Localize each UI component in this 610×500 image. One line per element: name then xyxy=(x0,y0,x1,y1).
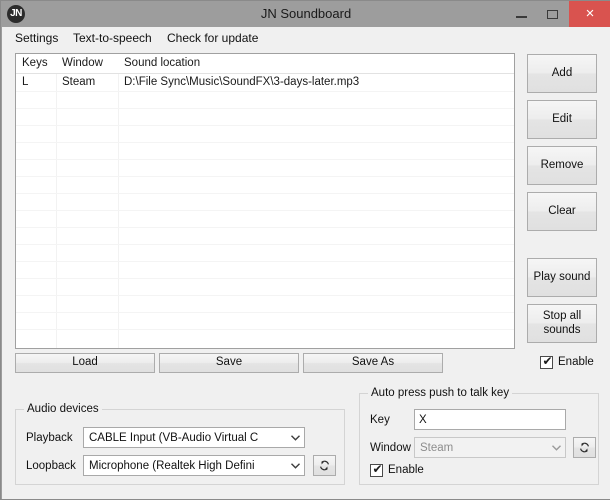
ptt-window-value: Steam xyxy=(420,438,545,457)
chevron-down-icon xyxy=(547,438,565,457)
maximize-button[interactable] xyxy=(537,1,569,27)
ptt-enable-label: Enable xyxy=(388,464,424,476)
row-divider xyxy=(16,244,514,245)
chevron-down-icon xyxy=(286,428,304,447)
row-divider xyxy=(16,108,514,109)
row-divider xyxy=(16,295,514,296)
column-separator xyxy=(118,54,119,349)
refresh-audio-devices-button[interactable] xyxy=(313,455,336,476)
row-divider xyxy=(16,261,514,262)
ptt-enable-checkbox[interactable]: ✔ Enable xyxy=(370,462,424,478)
row-divider xyxy=(16,227,514,228)
list-header-row: Keys Window Sound location xyxy=(16,54,514,74)
row-divider xyxy=(16,278,514,279)
menu-item-check-for-update[interactable]: Check for update xyxy=(162,27,263,49)
row-divider xyxy=(16,329,514,330)
refresh-icon xyxy=(578,441,591,454)
loopback-device-combo[interactable]: Microphone (Realtek High Defini xyxy=(83,455,305,476)
row-divider xyxy=(16,210,514,211)
push-to-talk-title: Auto press push to talk key xyxy=(368,387,512,399)
close-button[interactable]: × xyxy=(569,1,610,27)
sound-list[interactable]: Keys Window Sound location L Steam D:\Fi… xyxy=(15,53,515,349)
column-header-window[interactable]: Window xyxy=(56,54,118,73)
stop-all-sounds-button[interactable]: Stop all sounds xyxy=(527,304,597,343)
title-bar: JN JN Soundboard × xyxy=(1,1,610,27)
cell-window: Steam xyxy=(56,74,118,91)
ptt-key-label: Key xyxy=(370,412,390,428)
row-divider xyxy=(16,176,514,177)
refresh-window-list-button[interactable] xyxy=(573,437,596,458)
enable-soundboard-label: Enable xyxy=(558,356,594,368)
row-divider xyxy=(16,193,514,194)
ptt-window-combo[interactable]: Steam xyxy=(414,437,566,458)
column-header-keys[interactable]: Keys xyxy=(16,54,56,73)
menu-item-settings[interactable]: Settings xyxy=(10,27,63,49)
playback-device-value: CABLE Input (VB-Audio Virtual C xyxy=(89,428,284,447)
client-area: Keys Window Sound location L Steam D:\Fi… xyxy=(2,49,610,499)
load-button[interactable]: Load xyxy=(15,353,155,373)
remove-button[interactable]: Remove xyxy=(527,146,597,185)
application-window: JN JN Soundboard × Settings Text-to-spee… xyxy=(0,0,610,500)
edit-button[interactable]: Edit xyxy=(527,100,597,139)
column-separator xyxy=(56,54,57,349)
save-button[interactable]: Save xyxy=(159,353,299,373)
ptt-window-label: Window xyxy=(370,440,411,456)
table-row[interactable]: L Steam D:\File Sync\Music\SoundFX\3-day… xyxy=(16,74,514,91)
enable-soundboard-checkbox[interactable]: ✔ Enable xyxy=(540,354,594,370)
cell-location: D:\File Sync\Music\SoundFX\3-days-later.… xyxy=(118,74,514,91)
refresh-icon xyxy=(318,459,331,472)
play-sound-button[interactable]: Play sound xyxy=(527,258,597,297)
loopback-label: Loopback xyxy=(26,458,76,474)
maximize-icon xyxy=(547,10,558,19)
check-icon: ✔ xyxy=(372,463,383,476)
push-to-talk-group: Auto press push to talk key Key Window S… xyxy=(359,393,599,485)
ptt-key-input[interactable] xyxy=(414,409,566,430)
menu-bar: Settings Text-to-speech Check for update xyxy=(2,27,610,49)
checkbox-box: ✔ xyxy=(540,356,553,369)
add-button[interactable]: Add xyxy=(527,54,597,93)
check-icon: ✔ xyxy=(542,355,553,368)
chevron-down-icon xyxy=(286,456,304,475)
minimize-button[interactable] xyxy=(505,1,537,27)
clear-button[interactable]: Clear xyxy=(527,192,597,231)
row-divider xyxy=(16,312,514,313)
playback-label: Playback xyxy=(26,430,73,446)
checkbox-box: ✔ xyxy=(370,464,383,477)
audio-devices-title: Audio devices xyxy=(24,403,102,415)
row-divider xyxy=(16,91,514,92)
menu-item-text-to-speech[interactable]: Text-to-speech xyxy=(68,27,157,49)
close-icon: × xyxy=(569,1,610,27)
row-divider xyxy=(16,125,514,126)
loopback-device-value: Microphone (Realtek High Defini xyxy=(89,456,284,475)
cell-keys: L xyxy=(16,74,56,91)
minimize-icon xyxy=(516,16,527,18)
row-divider xyxy=(16,159,514,160)
row-divider xyxy=(16,142,514,143)
column-header-location[interactable]: Sound location xyxy=(118,54,514,73)
playback-device-combo[interactable]: CABLE Input (VB-Audio Virtual C xyxy=(83,427,305,448)
save-as-button[interactable]: Save As xyxy=(303,353,443,373)
audio-devices-group: Audio devices Playback CABLE Input (VB-A… xyxy=(15,409,345,485)
